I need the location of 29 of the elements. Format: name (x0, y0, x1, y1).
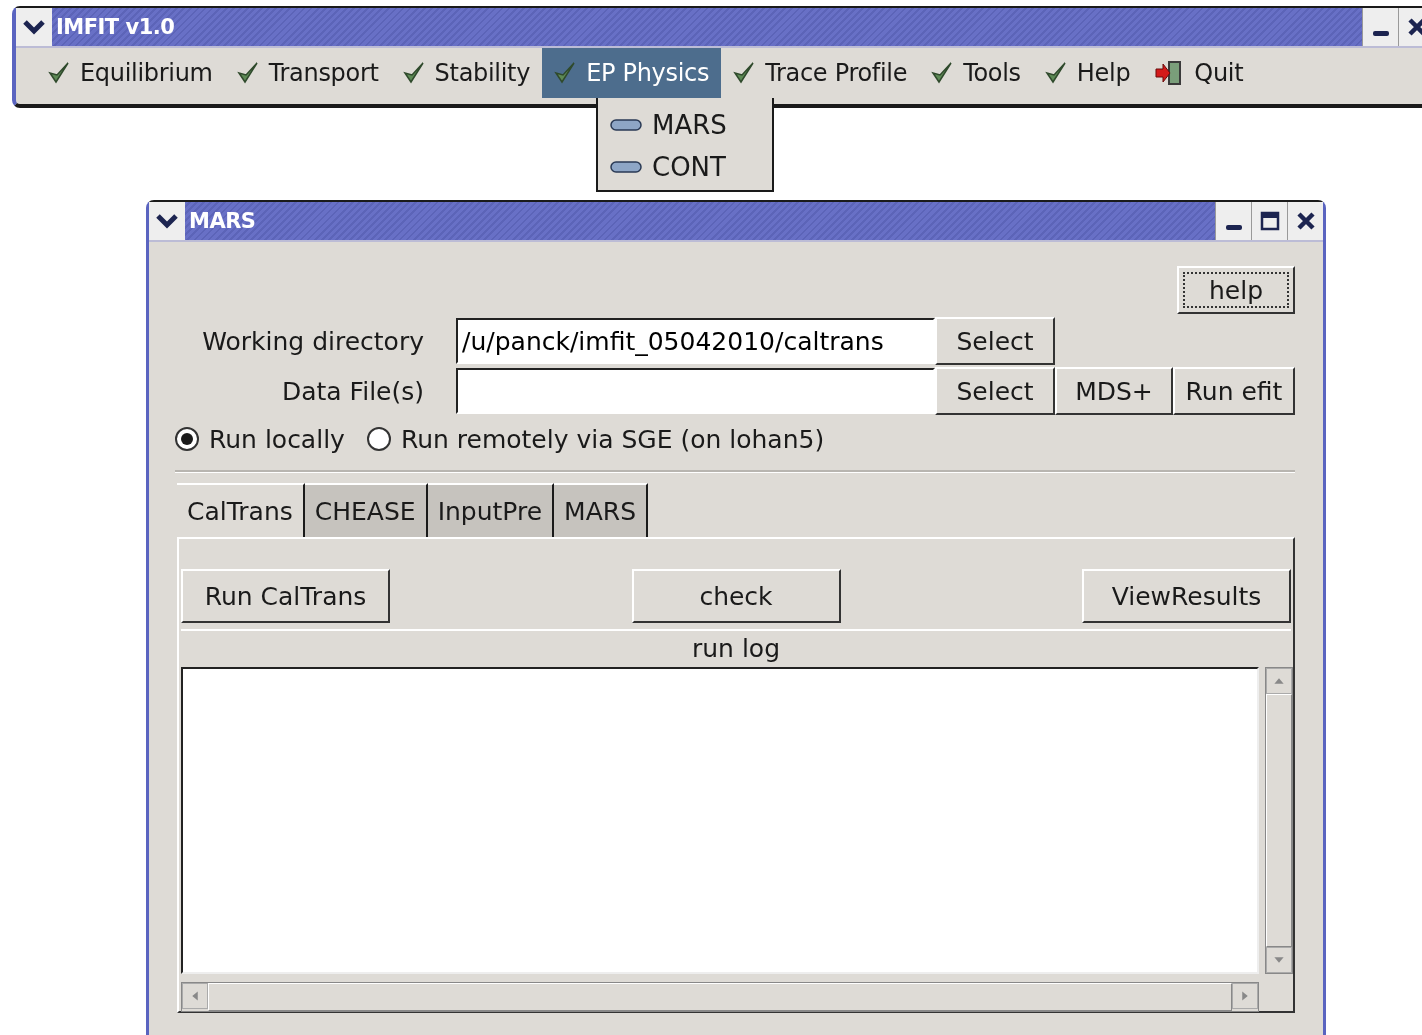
tab[interactable]: InputPre (427, 483, 555, 537)
window-title: IMFIT v1.0 (55, 14, 175, 41)
menu-item[interactable]: Trace Profile (721, 48, 920, 98)
menu-item[interactable]: Tools (919, 48, 1033, 98)
form-button[interactable]: Run efit (1173, 367, 1295, 415)
menu-item[interactable]: Transport (224, 48, 391, 98)
help-button[interactable]: help (1177, 266, 1295, 314)
field-label: Working directory (201, 326, 425, 356)
action-button[interactable]: check (631, 569, 841, 623)
action-button[interactable]: Run CalTrans (181, 569, 390, 623)
text-field[interactable]: /u/panck/imfit_05042010/caltrans (456, 318, 935, 364)
menu-item[interactable]: Help (1032, 48, 1143, 98)
menu-item[interactable]: EP Physics (542, 48, 722, 98)
radio-option[interactable]: Run remotely via SGE (on lohan5) (366, 424, 825, 454)
menu-item[interactable]: CONT (598, 146, 772, 188)
form-button[interactable]: MDS+ (1055, 367, 1173, 415)
menu-item[interactable]: Equilibrium (36, 48, 225, 98)
window-title: MARS (188, 208, 256, 235)
tab[interactable]: CalTrans (177, 483, 305, 537)
menu-item[interactable]: Quit (1142, 48, 1256, 98)
tab[interactable]: CHEASE (304, 483, 428, 537)
radio-option[interactable]: Run locally (175, 424, 345, 454)
menu-item[interactable]: MARS (598, 104, 772, 146)
action-button[interactable]: ViewResults (1082, 569, 1291, 623)
field-label: Data File(s) (281, 376, 425, 406)
menu-item[interactable]: Stability (390, 48, 543, 98)
form-button[interactable]: Select (935, 317, 1055, 365)
tab[interactable]: MARS (554, 483, 649, 537)
form-button[interactable]: Select (935, 367, 1055, 415)
